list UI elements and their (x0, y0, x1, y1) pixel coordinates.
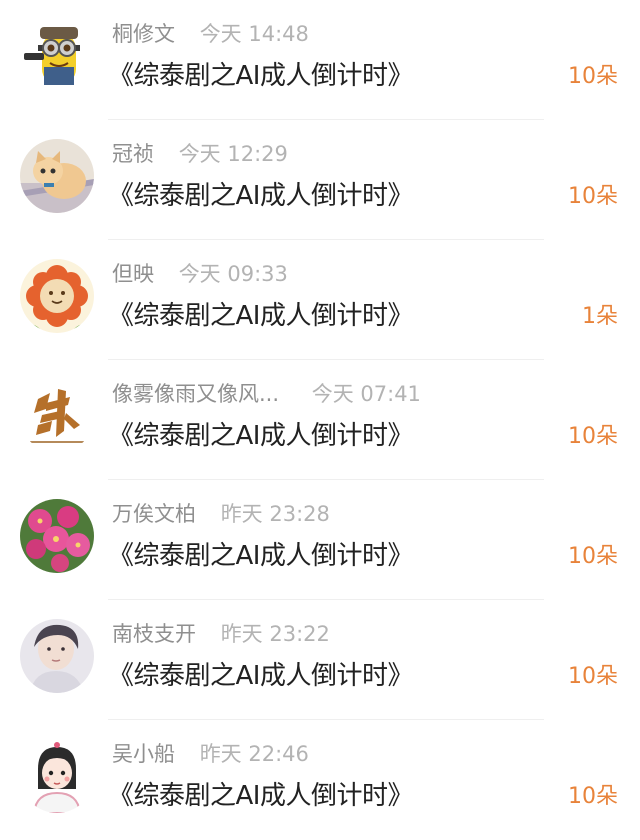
list-item[interactable]: 冠祯 今天 12:29 《综泰剧之AI成人倒计时》 10朵 (0, 120, 640, 240)
gift-count: 10朵 (568, 544, 618, 569)
minion-avatar-icon (20, 19, 94, 93)
portrait-avatar-icon (20, 619, 94, 693)
user-name[interactable]: 吴小船 (112, 742, 175, 766)
cartoon-girl-avatar-icon (20, 739, 94, 813)
kitten-avatar-icon (20, 139, 94, 213)
pink-flowers-avatar-icon (20, 499, 94, 573)
work-title[interactable]: 《综泰剧之AI成人倒计时》 (108, 58, 413, 94)
user-name[interactable]: 万俟文柏 (112, 502, 196, 526)
avatar[interactable] (20, 19, 94, 93)
list-item[interactable]: 但映 今天 09:33 《综泰剧之AI成人倒计时》 1朵 (0, 240, 640, 360)
user-name[interactable]: 像雾像雨又像风... (112, 382, 279, 406)
work-title[interactable]: 《综泰剧之AI成人倒计时》 (108, 418, 413, 454)
item-meta: 桐修文 今天 14:48 (112, 18, 309, 50)
item-meta: 冠祯 今天 12:29 (112, 138, 288, 170)
calligraphy-avatar-icon (20, 379, 94, 453)
work-title[interactable]: 《综泰剧之AI成人倒计时》 (108, 778, 413, 814)
avatar[interactable] (20, 619, 94, 693)
gift-count: 10朵 (568, 64, 618, 89)
avatar[interactable] (20, 499, 94, 573)
list-item[interactable]: 吴小船 昨天 22:46 《综泰剧之AI成人倒计时》 10朵 (0, 720, 640, 840)
list-item[interactable]: 万俟文柏 昨天 23:28 《综泰剧之AI成人倒计时》 10朵 (0, 480, 640, 600)
item-meta: 像雾像雨又像风... 今天 07:41 (112, 378, 421, 410)
avatar[interactable] (20, 139, 94, 213)
list-item[interactable]: 桐修文 今天 14:48 《综泰剧之AI成人倒计时》 10朵 (0, 0, 640, 120)
work-title[interactable]: 《综泰剧之AI成人倒计时》 (108, 658, 413, 694)
user-name[interactable]: 南枝支开 (112, 622, 196, 646)
item-meta: 万俟文柏 昨天 23:28 (112, 498, 330, 530)
timestamp: 今天 09:33 (178, 262, 288, 286)
gift-count: 10朵 (568, 424, 618, 449)
gift-count: 10朵 (568, 784, 618, 809)
gift-count: 1朵 (582, 304, 618, 329)
timestamp: 昨天 22:46 (199, 742, 309, 766)
user-name[interactable]: 但映 (112, 262, 154, 286)
user-name[interactable]: 桐修文 (112, 22, 175, 46)
timestamp: 昨天 23:22 (220, 622, 330, 646)
work-title[interactable]: 《综泰剧之AI成人倒计时》 (108, 298, 413, 334)
item-meta: 南枝支开 昨天 23:22 (112, 618, 330, 650)
avatar[interactable] (20, 259, 94, 333)
gift-count: 10朵 (568, 184, 618, 209)
timestamp: 昨天 23:28 (220, 502, 330, 526)
timestamp: 今天 14:48 (199, 22, 309, 46)
item-meta: 吴小船 昨天 22:46 (112, 738, 309, 770)
item-meta: 但映 今天 09:33 (112, 258, 288, 290)
flower-bear-avatar-icon (20, 259, 94, 333)
gift-record-list: 桐修文 今天 14:48 《综泰剧之AI成人倒计时》 10朵 冠祯 今天 12:… (0, 0, 640, 839)
user-name[interactable]: 冠祯 (112, 142, 154, 166)
timestamp: 今天 12:29 (178, 142, 288, 166)
list-item[interactable]: 像雾像雨又像风... 今天 07:41 《综泰剧之AI成人倒计时》 10朵 (0, 360, 640, 480)
timestamp: 今天 07:41 (311, 382, 421, 406)
work-title[interactable]: 《综泰剧之AI成人倒计时》 (108, 178, 413, 214)
work-title[interactable]: 《综泰剧之AI成人倒计时》 (108, 538, 413, 574)
gift-count: 10朵 (568, 664, 618, 689)
list-item[interactable]: 南枝支开 昨天 23:22 《综泰剧之AI成人倒计时》 10朵 (0, 600, 640, 720)
avatar[interactable] (20, 739, 94, 813)
avatar[interactable] (20, 379, 94, 453)
